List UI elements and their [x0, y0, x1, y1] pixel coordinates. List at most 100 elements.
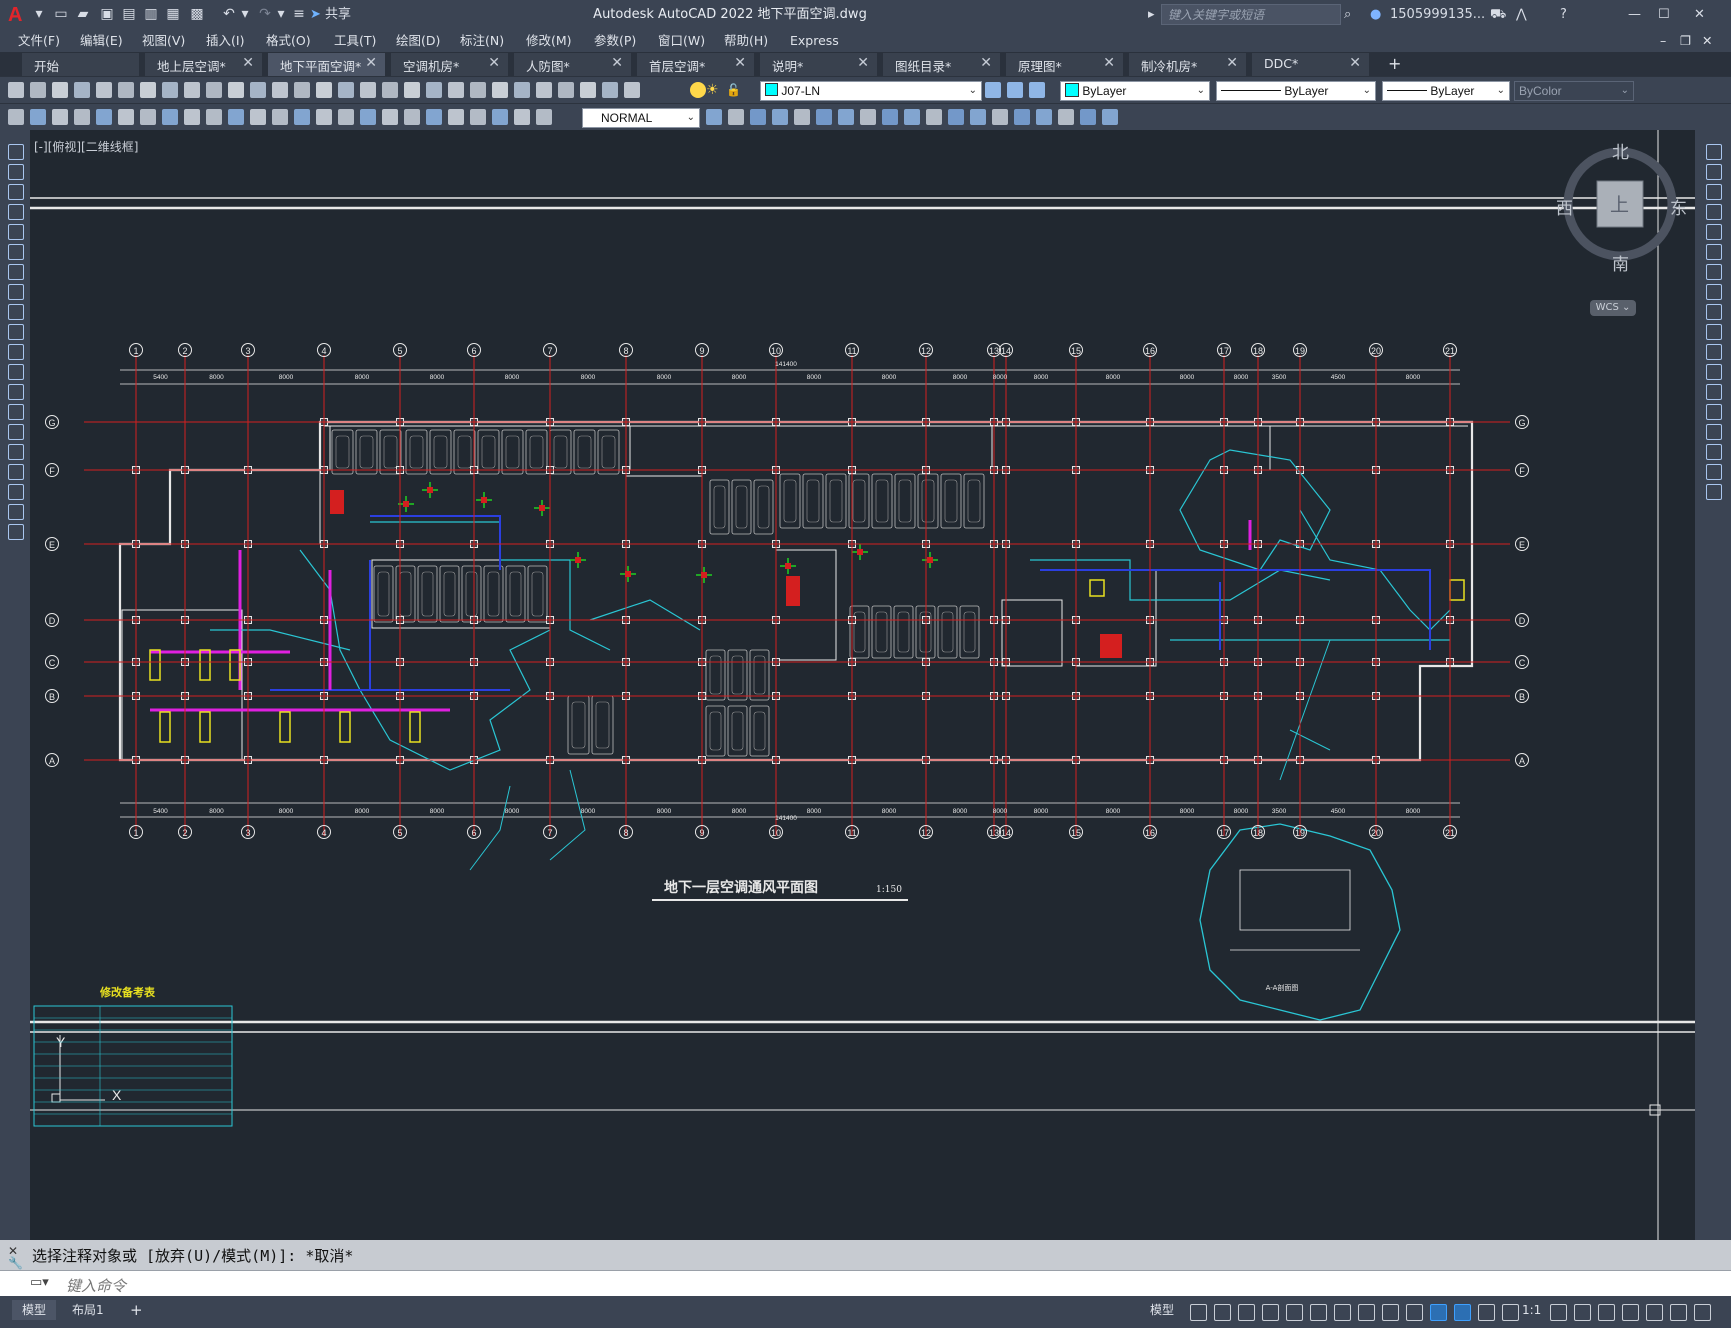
dimension-tool-12-icon[interactable]	[250, 109, 266, 125]
modify-tool-3-icon[interactable]	[750, 109, 766, 125]
modify-tool-13-icon[interactable]	[970, 109, 986, 125]
menu-file[interactable]: 文件(F)	[18, 32, 60, 50]
tab-close-icon[interactable]: ✕	[488, 55, 500, 71]
status-toggle-19-icon[interactable]	[1622, 1304, 1639, 1321]
status-toggle-16-icon[interactable]	[1550, 1304, 1567, 1321]
doc-minimize-icon[interactable]: –	[1660, 32, 1666, 50]
modify-palette-tool-4-icon[interactable]	[1706, 204, 1722, 220]
modify-palette-tool-18-icon[interactable]	[1706, 484, 1722, 500]
standard-tool-12-icon[interactable]	[250, 82, 266, 98]
undo-dropdown-icon[interactable]: ▾	[236, 5, 254, 23]
standard-tool-16-icon[interactable]	[338, 82, 354, 98]
modify-palette-tool-15-icon[interactable]	[1706, 424, 1722, 440]
drawing-canvas[interactable]: [-][俯视][二维线框] YX 1 1 2 2 3 3 4 4 5 5 6 6 7 7 8 8 9 9 10 10 1…	[30, 130, 1695, 1240]
wcs-menu[interactable]: WCS ⌄	[1590, 300, 1636, 316]
modify-palette-tool-5-icon[interactable]	[1706, 224, 1722, 240]
dimension-tool-22-icon[interactable]	[470, 109, 486, 125]
status-toggle-1-icon[interactable]	[1190, 1304, 1207, 1321]
tab-close-icon[interactable]: ✕	[857, 55, 869, 71]
new-file-icon[interactable]: ▭	[52, 5, 70, 23]
status-toggle-22-icon[interactable]	[1694, 1304, 1711, 1321]
search-expand-icon[interactable]: ▸	[1148, 5, 1155, 25]
status-toggle-3-icon[interactable]	[1238, 1304, 1255, 1321]
menu-edit[interactable]: 编辑(E)	[80, 32, 123, 50]
menu-express[interactable]: Express	[790, 32, 839, 50]
modify-palette-tool-13-icon[interactable]	[1706, 384, 1722, 400]
plotstyle-dropdown[interactable]: ByColor ⌄	[1514, 81, 1634, 101]
draw-tool-19-icon[interactable]	[8, 504, 24, 520]
modify-palette-tool-6-icon[interactable]	[1706, 244, 1722, 260]
dimension-tool-13-icon[interactable]	[272, 109, 288, 125]
dimension-tool-17-icon[interactable]	[360, 109, 376, 125]
dimension-tool-19-icon[interactable]	[404, 109, 420, 125]
dimension-tool-3-icon[interactable]	[52, 109, 68, 125]
standard-tool-1-icon[interactable]	[8, 82, 24, 98]
plot-icon[interactable]: ▦	[164, 5, 182, 23]
modify-tool-14-icon[interactable]	[992, 109, 1008, 125]
dimension-tool-2-icon[interactable]	[30, 109, 46, 125]
compass-west[interactable]: 西	[1556, 194, 1573, 219]
new-tab-icon[interactable]: +	[1388, 54, 1401, 73]
menu-insert[interactable]: 插入(I)	[206, 32, 244, 50]
draw-tool-4-icon[interactable]	[8, 204, 24, 220]
viewcube[interactable]: 北 南 东 西 上	[1556, 143, 1687, 275]
standard-tool-9-icon[interactable]	[184, 82, 200, 98]
modify-palette-tool-17-icon[interactable]	[1706, 464, 1722, 480]
standard-tool-18-icon[interactable]	[382, 82, 398, 98]
standard-tool-8-icon[interactable]	[162, 82, 178, 98]
tab-drawing-index[interactable]: 图纸目录* ✕	[883, 53, 1001, 76]
standard-tool-11-icon[interactable]	[228, 82, 244, 98]
draw-tool-13-icon[interactable]	[8, 384, 24, 400]
dimension-tool-23-icon[interactable]	[492, 109, 508, 125]
menu-view[interactable]: 视图(V)	[142, 32, 185, 50]
draw-tool-15-icon[interactable]	[8, 424, 24, 440]
dimension-tool-16-icon[interactable]	[338, 109, 354, 125]
compass-north[interactable]: 北	[1612, 138, 1629, 163]
modify-tool-19-icon[interactable]	[1102, 109, 1118, 125]
modify-palette-tool-7-icon[interactable]	[1706, 264, 1722, 280]
status-toggle-11-icon[interactable]	[1430, 1304, 1447, 1321]
dimension-tool-25-icon[interactable]	[536, 109, 552, 125]
menu-format[interactable]: 格式(O)	[266, 32, 311, 50]
standard-tool-10-icon[interactable]	[206, 82, 222, 98]
dimension-tool-24-icon[interactable]	[514, 109, 530, 125]
modify-palette-tool-3-icon[interactable]	[1706, 184, 1722, 200]
publish-icon[interactable]: ▥	[142, 5, 160, 23]
search-icon[interactable]: ⌕	[1344, 5, 1351, 25]
modify-tool-10-icon[interactable]	[904, 109, 920, 125]
user-account[interactable]: 1505999135...	[1390, 5, 1485, 25]
draw-tool-18-icon[interactable]	[8, 484, 24, 500]
app-menu-chevron-icon[interactable]: ▾	[30, 5, 48, 23]
modify-palette-tool-9-icon[interactable]	[1706, 304, 1722, 320]
modify-tool-11-icon[interactable]	[926, 109, 942, 125]
draw-tool-8-icon[interactable]	[8, 284, 24, 300]
status-toggle-7-icon[interactable]	[1334, 1304, 1351, 1321]
standard-tool-28-icon[interactable]	[602, 82, 618, 98]
standard-tool-17-icon[interactable]	[360, 82, 376, 98]
status-toggle-4-icon[interactable]	[1262, 1304, 1279, 1321]
tab-notes[interactable]: 说明* ✕	[760, 53, 878, 76]
draw-tool-11-icon[interactable]	[8, 344, 24, 360]
tab-above-ground-hvac[interactable]: 地上层空调* ✕	[145, 53, 263, 76]
standard-tool-27-icon[interactable]	[580, 82, 596, 98]
search-input[interactable]: 键入关键字或短语	[1161, 4, 1341, 25]
draw-tool-7-icon[interactable]	[8, 264, 24, 280]
tab-close-icon[interactable]: ✕	[611, 55, 623, 71]
status-toggle-10-icon[interactable]	[1406, 1304, 1423, 1321]
command-input[interactable]: ▭▾ 键入命令	[0, 1270, 1731, 1297]
modify-tool-17-icon[interactable]	[1058, 109, 1074, 125]
status-toggle-8-icon[interactable]	[1358, 1304, 1375, 1321]
modify-palette-tool-8-icon[interactable]	[1706, 284, 1722, 300]
doc-restore-icon[interactable]: ❐	[1680, 32, 1691, 50]
dimension-tool-11-icon[interactable]	[228, 109, 244, 125]
status-toggle-12-icon[interactable]	[1454, 1304, 1471, 1321]
autodesk-app-icon[interactable]: ⋀	[1516, 5, 1527, 25]
standard-tool-20-icon[interactable]	[426, 82, 442, 98]
layer-thaw-icon[interactable]: ☀	[706, 82, 722, 98]
tab-layout1[interactable]: 布局1	[62, 1300, 114, 1320]
layer-previous-icon[interactable]	[1007, 82, 1023, 98]
modify-palette-tool-11-icon[interactable]	[1706, 344, 1722, 360]
standard-tool-6-icon[interactable]	[118, 82, 134, 98]
compass-south[interactable]: 南	[1612, 250, 1629, 275]
draw-tool-14-icon[interactable]	[8, 404, 24, 420]
